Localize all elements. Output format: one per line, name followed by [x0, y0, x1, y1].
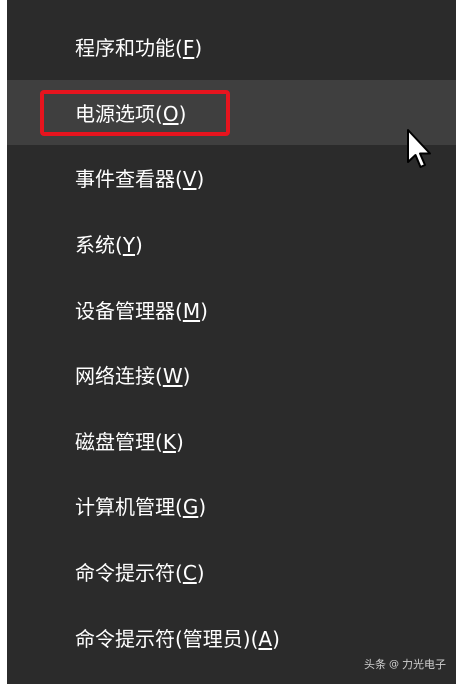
menu-item-label: 计算机管理(G) — [75, 495, 207, 520]
menu-item-disk-management[interactable]: 磁盘管理(K) — [7, 408, 456, 474]
menu-item-label: 系统(Y) — [75, 233, 143, 258]
context-menu: 程序和功能(F) 电源选项(O) 事件查看器(V) 系统(Y) 设备管理器(M)… — [7, 14, 456, 670]
menu-item-label: 命令提示符(C) — [75, 561, 205, 586]
watermark-account: 力光电子 — [402, 658, 446, 671]
menu-item-label: 网络连接(W) — [75, 364, 191, 389]
menu-item-command-prompt[interactable]: 命令提示符(C) — [7, 539, 456, 605]
menu-item-computer-management[interactable]: 计算机管理(G) — [7, 473, 456, 539]
menu-item-label: 磁盘管理(K) — [75, 429, 184, 454]
at-icon: @ — [389, 658, 399, 670]
menu-item-power-options[interactable]: 电源选项(O) — [7, 79, 456, 146]
menu-item-event-viewer[interactable]: 事件查看器(V) — [7, 145, 456, 211]
watermark-prefix: 头条 — [364, 658, 386, 671]
menu-item-system[interactable]: 系统(Y) — [7, 211, 456, 277]
menu-item-device-manager[interactable]: 设备管理器(M) — [7, 276, 456, 342]
mouse-pointer-icon — [407, 129, 431, 168]
menu-item-label: 事件查看器(V) — [75, 167, 205, 192]
left-edge — [0, 0, 7, 684]
watermark: 头条 @ 力光电子 — [364, 656, 446, 672]
menu-item-programs-features[interactable]: 程序和功能(F) — [7, 14, 456, 80]
highlight-box — [40, 89, 230, 136]
menu-item-label: 程序和功能(F) — [75, 36, 203, 61]
menu-item-network-connections[interactable]: 网络连接(W) — [7, 342, 456, 408]
menu-item-label: 设备管理器(M) — [75, 298, 208, 323]
menu-item-label: 命令提示符(管理员)(A) — [75, 626, 280, 651]
